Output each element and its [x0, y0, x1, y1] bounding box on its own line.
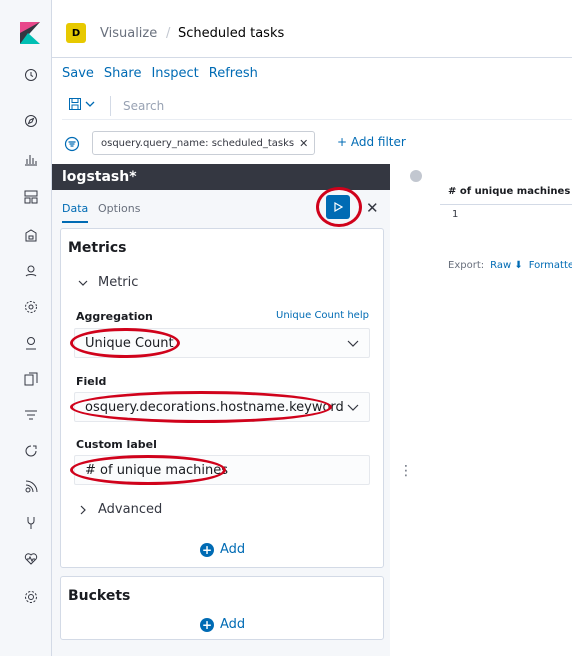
visualize-chart-icon[interactable]: [22, 150, 40, 168]
custom-label-value: # of unique machines: [85, 463, 229, 478]
monitoring-heart-icon[interactable]: [22, 550, 40, 568]
siem-icon[interactable]: [22, 478, 40, 496]
custom-label-label: Custom label: [76, 438, 157, 451]
dev-tools-icon[interactable]: [22, 514, 40, 532]
chevron-down-icon: [347, 404, 359, 411]
column-header[interactable]: # of unique machines: [448, 186, 570, 197]
column-divider: [440, 204, 572, 205]
infrastructure-icon[interactable]: [22, 334, 40, 352]
aggregation-help-link[interactable]: Unique Count help: [276, 310, 369, 321]
save-link[interactable]: Save: [62, 66, 94, 81]
discard-close-icon[interactable]: ✕: [366, 199, 379, 217]
saved-query-button[interactable]: [68, 97, 95, 111]
filter-toggle-icon[interactable]: [64, 136, 80, 152]
space-avatar[interactable]: D: [66, 23, 86, 43]
kibana-logo-icon[interactable]: [20, 22, 40, 44]
add-bucket-button[interactable]: + Add: [200, 617, 245, 632]
collapse-sidebar-icon[interactable]: [410, 170, 422, 182]
inspect-link[interactable]: Inspect: [151, 66, 198, 81]
add-bucket-label: Add: [220, 617, 246, 632]
metric-section-toggle[interactable]: Metric: [78, 275, 138, 290]
add-filter-link[interactable]: + Add filter: [337, 135, 406, 149]
advanced-toggle[interactable]: Advanced: [78, 502, 162, 517]
filter-pill-label: osquery.query_name: scheduled_tasks: [101, 137, 295, 149]
add-metric-button[interactable]: + Add: [200, 542, 245, 557]
discover-compass-icon[interactable]: [22, 112, 40, 130]
resize-handle-icon[interactable]: ⋮: [399, 463, 413, 479]
export-raw-link[interactable]: Raw ⬇: [490, 260, 523, 271]
breadcrumb-visualize[interactable]: Visualize: [100, 26, 157, 41]
save-disk-icon: [69, 98, 81, 110]
advanced-label: Advanced: [98, 502, 163, 517]
export-label: Export:: [448, 260, 485, 271]
plus-circle-icon: +: [200, 617, 214, 632]
maps-icon[interactable]: [22, 262, 40, 280]
custom-label-input[interactable]: # of unique machines: [74, 455, 370, 485]
export-row: Export: Raw ⬇ Formatted: [448, 260, 572, 271]
index-pattern-title: logstash*: [52, 164, 390, 190]
export-formatted-link[interactable]: Formatted: [529, 260, 572, 271]
active-tab-indicator: [62, 221, 88, 223]
machine-learning-icon[interactable]: [22, 298, 40, 316]
refresh-link[interactable]: Refresh: [209, 66, 258, 81]
management-gear-icon[interactable]: [22, 588, 40, 606]
top-menu: Save Share Inspect Refresh: [62, 66, 258, 81]
download-icon: ⬇: [514, 260, 523, 271]
uptime-icon[interactable]: [22, 442, 40, 460]
logs-icon[interactable]: [22, 370, 40, 388]
buckets-title: Buckets: [68, 588, 131, 604]
metrics-title: Metrics: [68, 240, 127, 256]
aggregation-select[interactable]: Unique Count: [74, 328, 370, 358]
field-select[interactable]: osquery.decorations.hostname.keyword: [74, 392, 370, 422]
dashboard-icon[interactable]: [22, 188, 40, 206]
chevron-right-icon: [80, 505, 86, 514]
field-value: osquery.decorations.hostname.keyword: [85, 400, 344, 415]
left-nav: [0, 0, 52, 656]
table-cell: 1: [452, 209, 459, 220]
chevron-down-icon: [85, 101, 95, 107]
canvas-icon[interactable]: [22, 226, 40, 244]
chevron-down-icon: [78, 280, 88, 286]
top-header: D Visualize / Scheduled tasks: [52, 0, 572, 58]
field-label: Field: [76, 375, 107, 388]
add-metric-label: Add: [220, 542, 246, 557]
breadcrumb-current: Scheduled tasks: [178, 26, 285, 41]
filter-pill[interactable]: osquery.query_name: scheduled_tasks ✕: [92, 131, 316, 155]
apm-icon[interactable]: [22, 406, 40, 424]
recent-clock-icon[interactable]: [22, 66, 40, 84]
aggregation-value: Unique Count: [85, 336, 174, 351]
search-input[interactable]: [110, 96, 550, 116]
tab-data[interactable]: Data: [62, 202, 88, 215]
metric-section-label: Metric: [98, 275, 139, 290]
breadcrumb-separator: /: [166, 26, 171, 41]
plus-circle-icon: +: [200, 542, 214, 557]
apply-changes-button[interactable]: [326, 195, 350, 219]
share-link[interactable]: Share: [104, 66, 142, 81]
query-bar: [62, 92, 572, 120]
play-icon: [334, 202, 343, 212]
chevron-down-icon: [347, 340, 359, 347]
close-icon[interactable]: ✕: [299, 137, 308, 150]
aggregation-label: Aggregation: [76, 310, 153, 323]
tab-options[interactable]: Options: [98, 202, 140, 215]
